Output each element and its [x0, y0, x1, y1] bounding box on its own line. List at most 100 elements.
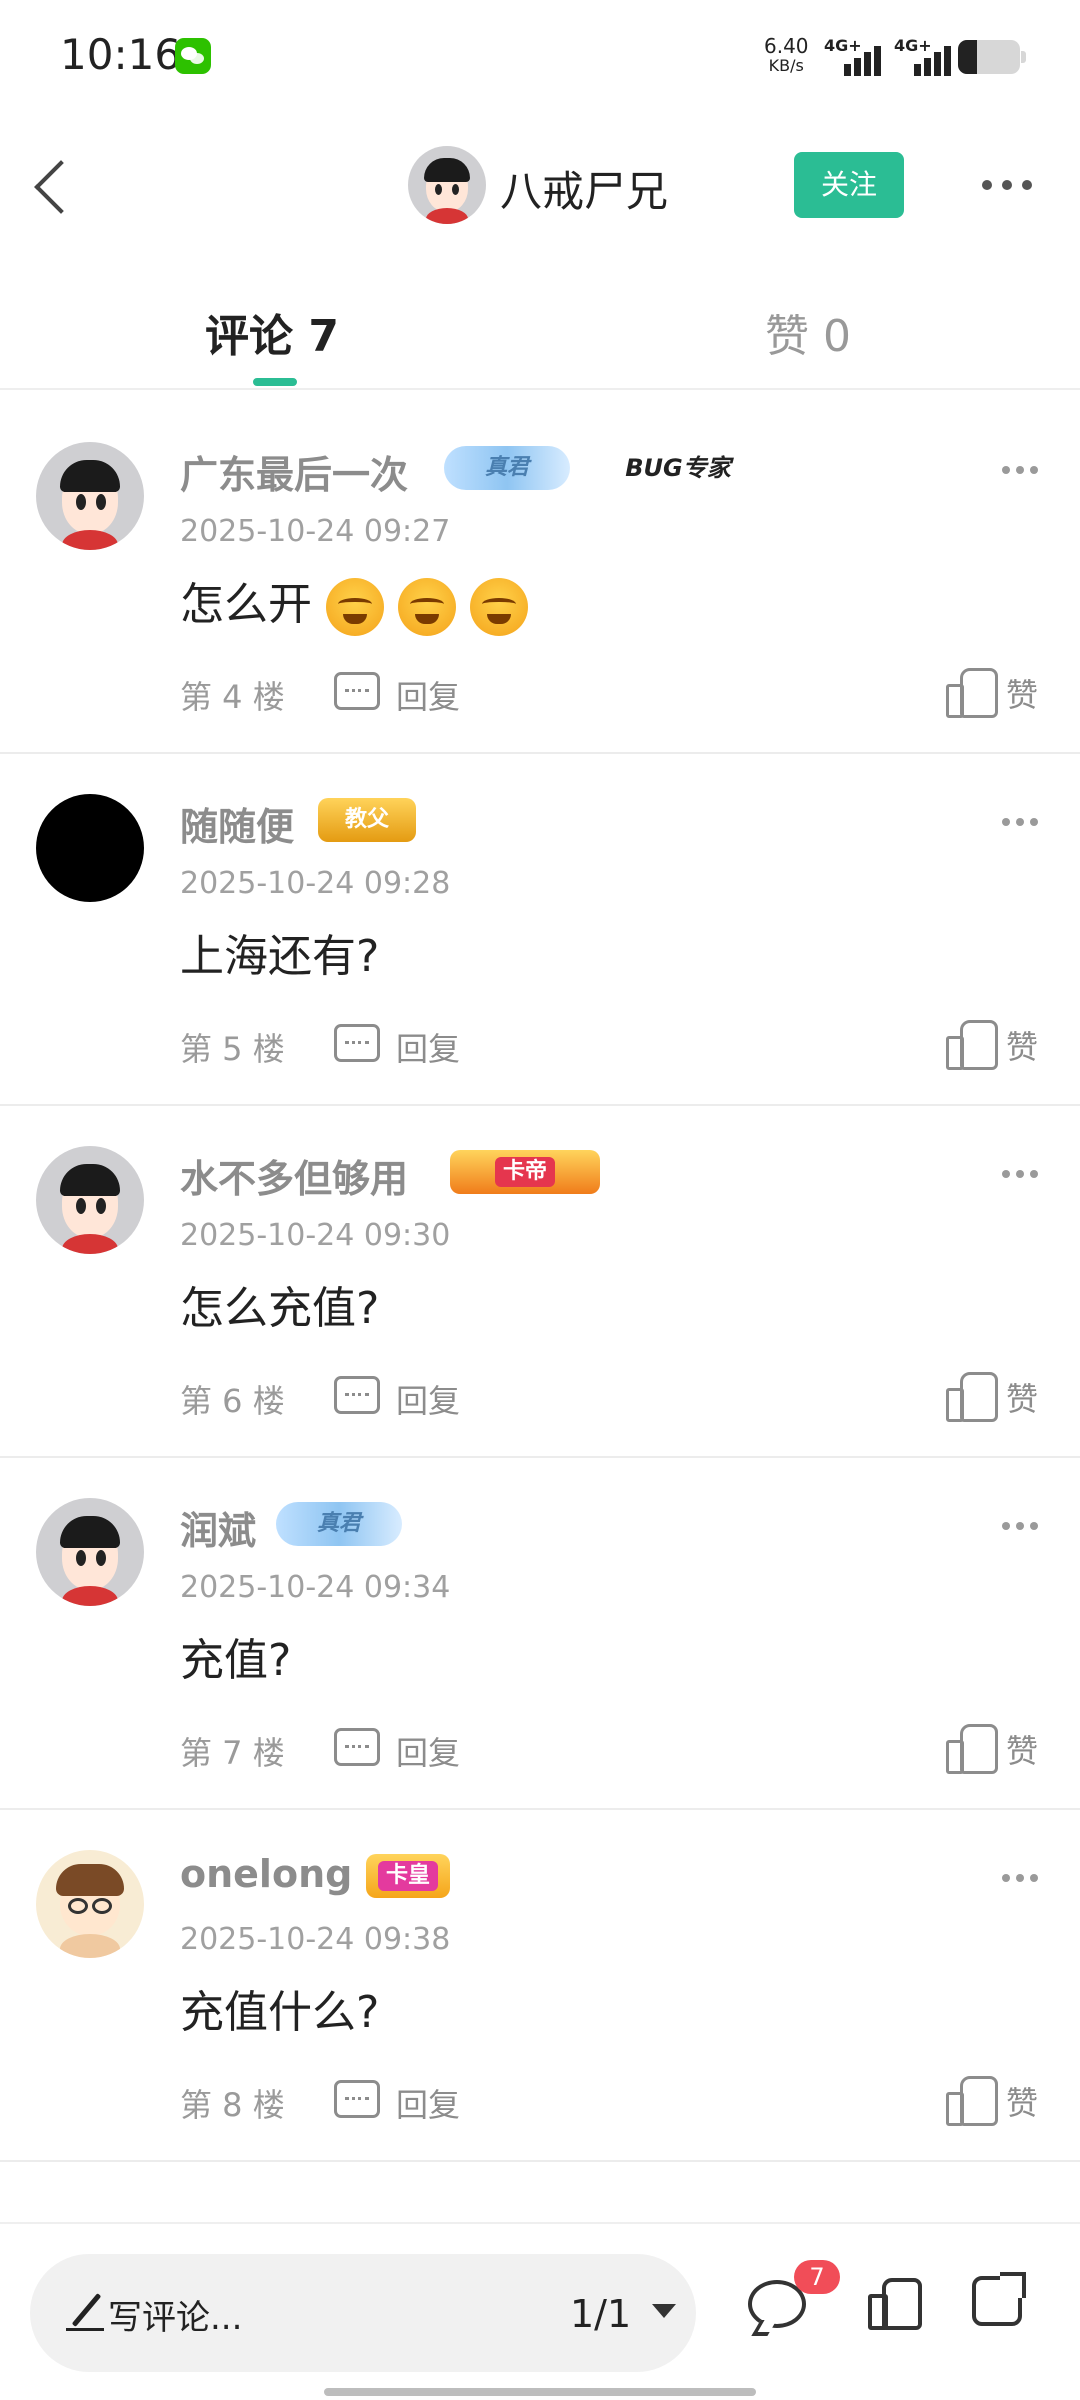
- commenter-name[interactable]: 水不多但够用: [180, 1148, 408, 1203]
- battery-icon: [958, 40, 1026, 74]
- reply-button[interactable]: 回复: [396, 672, 460, 718]
- like-button[interactable]: 赞: [1006, 670, 1038, 716]
- commenter-name[interactable]: 润斌: [180, 1500, 256, 1555]
- active-tab-indicator: [253, 378, 297, 386]
- title-badge: BUG专家: [588, 446, 768, 490]
- comment-more-icon[interactable]: [1000, 1170, 1040, 1180]
- more-icon[interactable]: [980, 178, 1036, 192]
- comment-text: 怎么开: [180, 568, 528, 636]
- page-indicator[interactable]: 1/1: [570, 2292, 631, 2336]
- tab-likes[interactable]: 赞 0: [765, 300, 851, 364]
- level-badge-text: 卡帝: [494, 1157, 555, 1187]
- header: 八戒尸兄 关注: [0, 120, 1080, 250]
- comment-time: 2025-10-24 09:38: [180, 1922, 451, 1957]
- comment-more-icon[interactable]: [1000, 1522, 1040, 1532]
- level-badge: 卡帝: [450, 1150, 600, 1194]
- reply-button[interactable]: 回复: [396, 2080, 460, 2126]
- laughing-emoji-icon: [470, 578, 528, 636]
- bottom-bar: 写评论... 1/1 7: [0, 2222, 1080, 2400]
- comment-item: 广东最后一次 真君 BUG专家 2025-10-24 09:27 怎么开 第 4…: [0, 402, 1080, 754]
- network-speed-value: 6.40: [764, 34, 809, 58]
- comment-text: 充值什么?: [180, 1987, 380, 2038]
- laughing-emoji-icon: [398, 578, 456, 636]
- page-title[interactable]: 八戒尸兄: [500, 158, 668, 219]
- battery-level: [958, 40, 977, 74]
- like-button[interactable]: 赞: [1006, 1726, 1038, 1772]
- comment-time: 2025-10-24 09:34: [180, 1570, 451, 1605]
- reply-icon[interactable]: [334, 672, 380, 710]
- floor-label: 第 6 楼: [180, 1382, 285, 1420]
- notification-badge: 7: [794, 2260, 840, 2294]
- comment-time: 2025-10-24 09:28: [180, 866, 451, 901]
- network-speed: 6.40 KB/s: [764, 36, 809, 76]
- avatar[interactable]: [408, 146, 486, 224]
- commenter-name[interactable]: 随随便: [180, 796, 294, 851]
- level-badge: 真君: [276, 1502, 402, 1546]
- reply-icon[interactable]: [334, 1728, 380, 1766]
- thumb-up-icon[interactable]: [946, 1368, 998, 1422]
- comment-time: 2025-10-24 09:30: [180, 1218, 451, 1253]
- comment-time: 2025-10-24 09:27: [180, 514, 451, 549]
- reply-icon[interactable]: [334, 1376, 380, 1414]
- thumb-up-icon[interactable]: [946, 1720, 998, 1774]
- back-arrow-icon[interactable]: [30, 152, 90, 218]
- home-indicator[interactable]: [324, 2388, 756, 2396]
- avatar[interactable]: [36, 1146, 144, 1254]
- level-badge-text: 卡皇: [377, 1861, 438, 1891]
- reply-button[interactable]: 回复: [396, 1728, 460, 1774]
- level-badge: 真君: [444, 446, 570, 490]
- signal-icon: 4G+: [824, 36, 886, 76]
- floor-label: 第 8 楼: [180, 2086, 285, 2124]
- follow-button[interactable]: 关注: [794, 152, 904, 218]
- reply-icon[interactable]: [334, 2080, 380, 2118]
- comment-text: 怎么充值?: [180, 1283, 380, 1334]
- signal-icon: 4G+: [894, 36, 956, 76]
- network-speed-unit: KB/s: [768, 56, 804, 75]
- comment-more-icon[interactable]: [1000, 1874, 1040, 1884]
- comment-item: 随随便 教父 2025-10-24 09:28 上海还有? 第 5 楼 回复 赞: [0, 754, 1080, 1106]
- floor-label: 第 7 楼: [180, 1734, 285, 1772]
- level-badge: 卡皇: [366, 1854, 450, 1898]
- caret-down-icon[interactable]: [652, 2304, 676, 2318]
- like-button[interactable]: 赞: [1006, 2078, 1038, 2124]
- reply-button[interactable]: 回复: [396, 1376, 460, 1422]
- comment-item: 润斌 真君 2025-10-24 09:34 充值? 第 7 楼 回复 赞: [0, 1458, 1080, 1810]
- status-time: 10:16: [60, 30, 182, 79]
- comment-more-icon[interactable]: [1000, 818, 1040, 828]
- laughing-emoji-icon: [326, 578, 384, 636]
- reply-icon[interactable]: [334, 1024, 380, 1062]
- comment-text-body: 怎么开: [180, 579, 312, 630]
- floor-label: 第 5 楼: [180, 1030, 285, 1068]
- avatar[interactable]: [36, 794, 144, 902]
- avatar[interactable]: [36, 442, 144, 550]
- commenter-name[interactable]: 广东最后一次: [180, 444, 408, 499]
- comment-text: 充值?: [180, 1635, 292, 1686]
- thumb-up-icon[interactable]: [868, 2274, 922, 2330]
- level-badge: 教父: [318, 798, 416, 842]
- share-icon[interactable]: [972, 2272, 1026, 2326]
- thumb-up-icon[interactable]: [946, 2072, 998, 2126]
- pencil-icon: [66, 2290, 106, 2331]
- sim2-label: 4G+: [894, 36, 932, 55]
- sim1-label: 4G+: [824, 36, 862, 55]
- comment-input[interactable]: 写评论... 1/1: [30, 2254, 696, 2372]
- like-button[interactable]: 赞: [1006, 1374, 1038, 1420]
- tab-comments[interactable]: 评论 7: [205, 300, 339, 364]
- wechat-icon: [175, 38, 211, 74]
- reply-button[interactable]: 回复: [396, 1024, 460, 1070]
- avatar[interactable]: [36, 1498, 144, 1606]
- comment-text: 上海还有?: [180, 931, 380, 982]
- comment-more-icon[interactable]: [1000, 466, 1040, 476]
- status-bar: 10:16 6.40 KB/s 4G+ 4G+: [0, 0, 1080, 110]
- comment-page: 10:16 6.40 KB/s 4G+ 4G+ 八戒尸兄 关注 评论 7 赞 0…: [0, 0, 1080, 2400]
- comment-item: onelong 卡皇 2025-10-24 09:38 充值什么? 第 8 楼 …: [0, 1810, 1080, 2162]
- avatar[interactable]: [36, 1850, 144, 1958]
- thumb-up-icon[interactable]: [946, 664, 998, 718]
- comment-item: 水不多但够用 卡帝 2025-10-24 09:30 怎么充值? 第 6 楼 回…: [0, 1106, 1080, 1458]
- like-button[interactable]: 赞: [1006, 1022, 1038, 1068]
- commenter-name[interactable]: onelong: [180, 1852, 352, 1896]
- thumb-up-icon[interactable]: [946, 1016, 998, 1070]
- tab-bar: 评论 7 赞 0: [0, 280, 1080, 390]
- floor-label: 第 4 楼: [180, 678, 285, 716]
- comment-placeholder[interactable]: 写评论...: [108, 2290, 242, 2339]
